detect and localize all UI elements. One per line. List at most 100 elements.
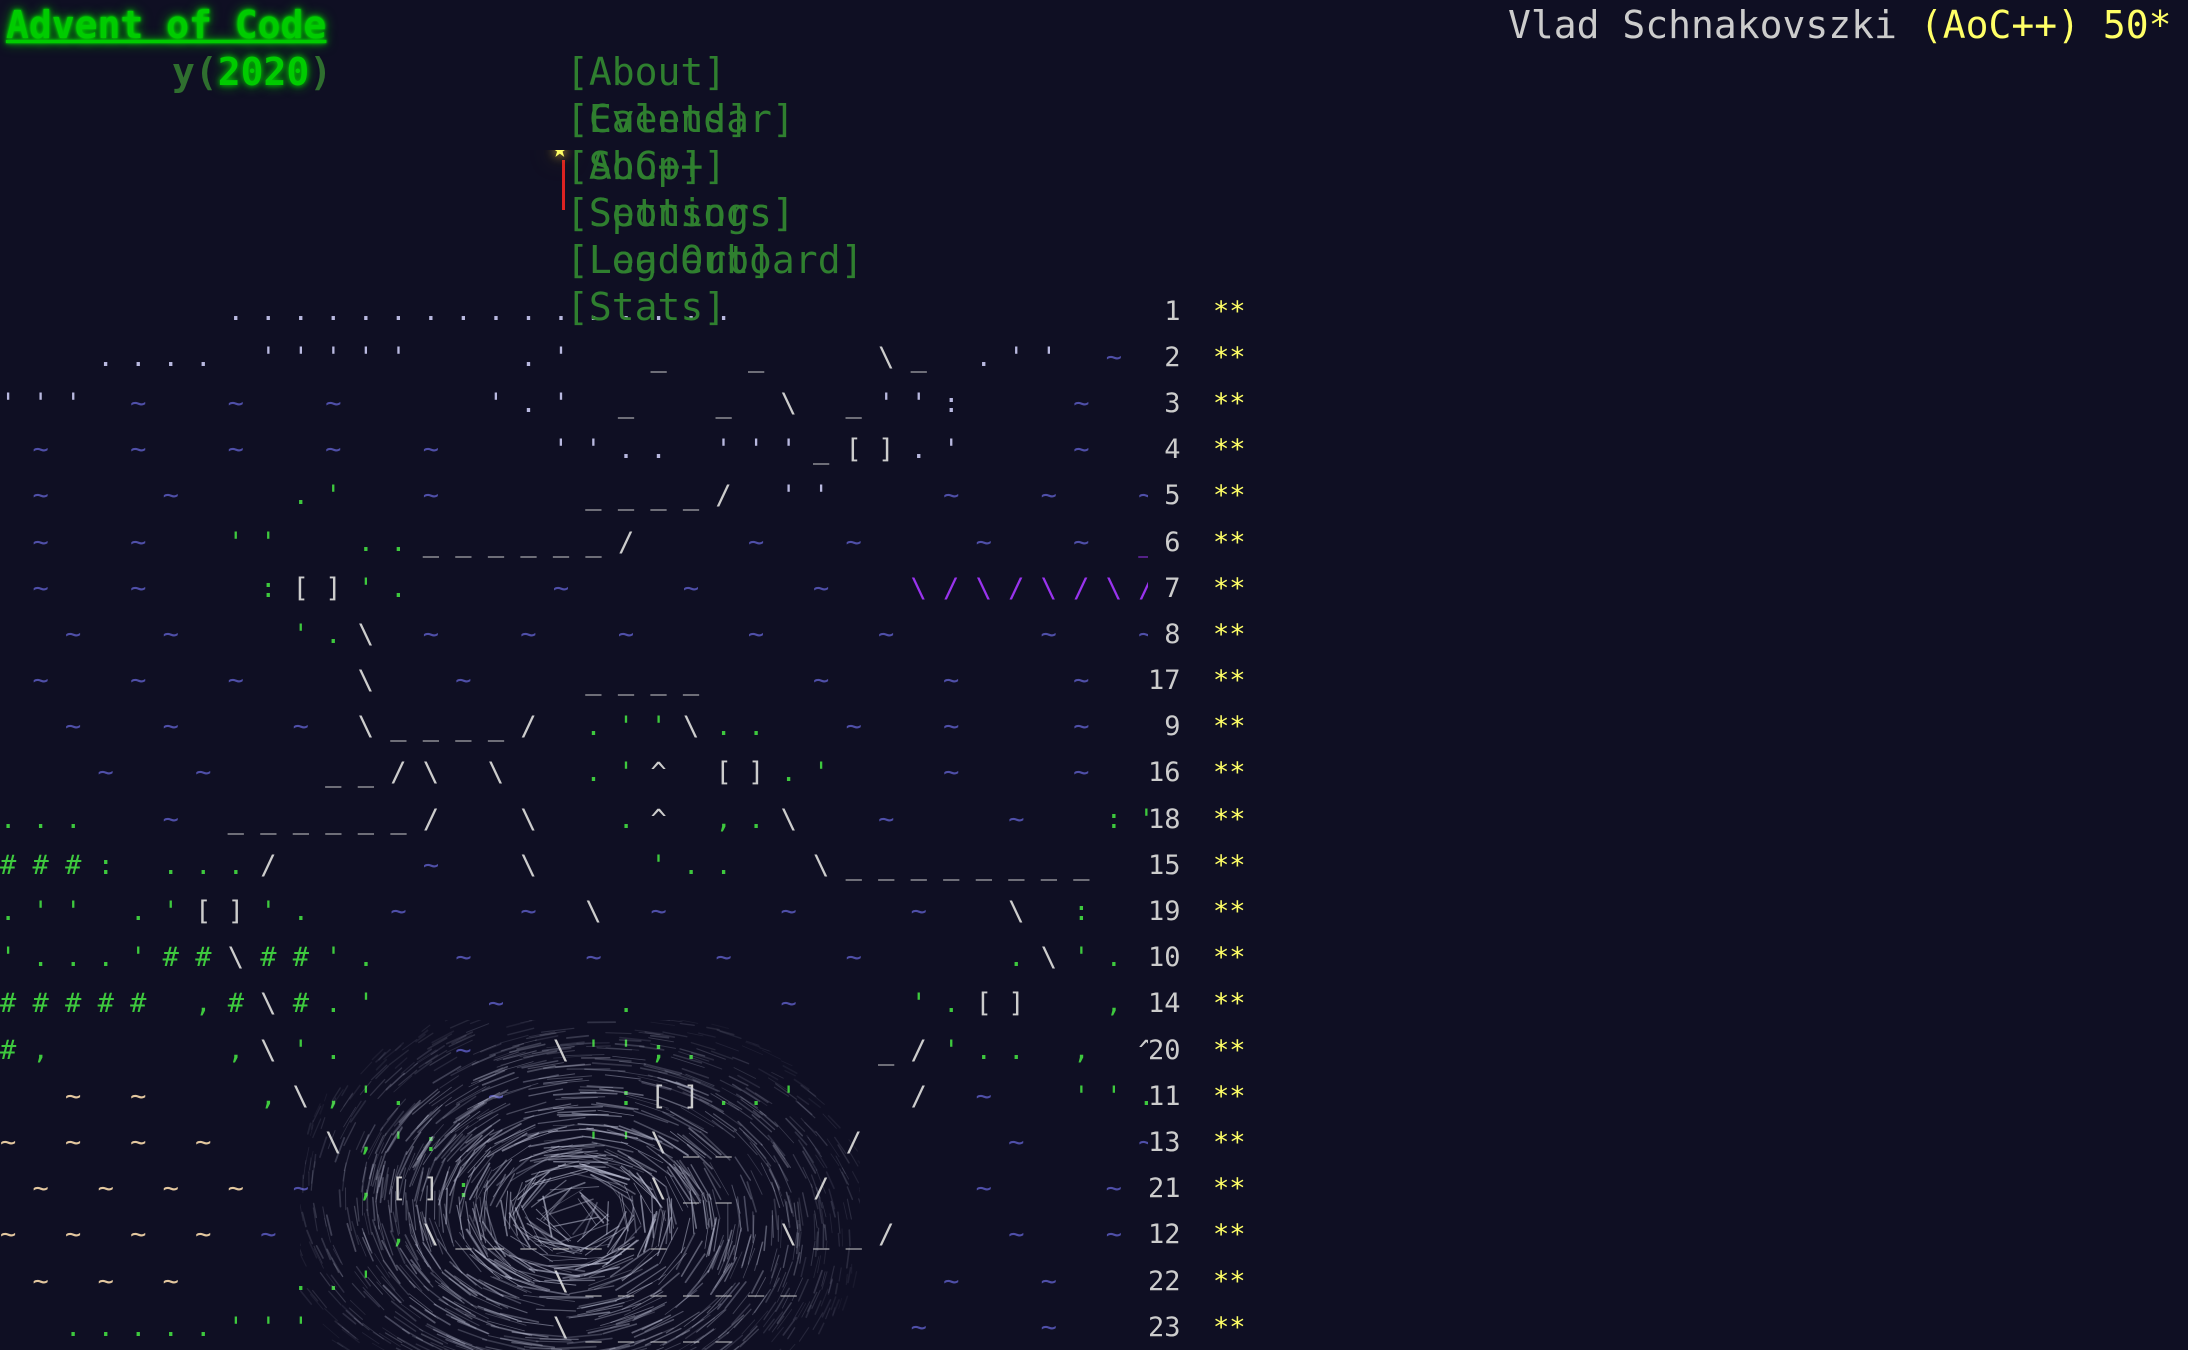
calendar-day-23[interactable]: 23 ** <box>1148 1312 1246 1343</box>
user-name: Vlad Schnakovszki <box>1508 3 1897 47</box>
calendar-row: . . . . . ' ' ' \ _ _ _ _ _ ~ ~23 ** <box>0 1305 2188 1350</box>
day-stars-icon: ** <box>1181 342 1246 373</box>
calendar-art-segment: ~ ~ , \ , ' . ~ : [ ] . . ' / ~ ' ' . . … <box>0 1074 1148 1120</box>
calendar-container: ★ . . . . . . . . . . . . . . . . 1 ** .… <box>0 150 2188 1350</box>
calendar-art-segment: . . . ~ _ _ _ _ _ _ / \ . ^ , . \ ~ ~ : … <box>0 797 1148 843</box>
calendar-day-3[interactable]: 3 ** <box>1148 388 1246 419</box>
calendar-art-segment: ~ ~ ~ ~ \ , ' : ' ' \ _ _ / ~ ~ <box>0 1120 1148 1166</box>
calendar-day-4[interactable]: 4 ** <box>1148 434 1246 465</box>
calendar-day-20[interactable]: 20 ** <box>1148 1035 1246 1066</box>
day-stars-icon: ** <box>1181 988 1246 1019</box>
calendar-row: ~ ~ ~ ~ ~ ' ' . . ' ' ' _ [ ] . ' ~ ~ ~ … <box>0 427 2188 473</box>
calendar-row: # # # # # , # \ # . ' ~ . ~ ' . [ ] , ^1… <box>0 981 2188 1027</box>
day-number: 12 <box>1148 1212 1181 1258</box>
calendar-day-14[interactable]: 14 ** <box>1148 988 1246 1019</box>
day-stars-icon: ** <box>1181 1266 1246 1297</box>
calendar-day-8[interactable]: 8 ** <box>1148 619 1246 650</box>
calendar-day-6[interactable]: 6 ** <box>1148 527 1246 558</box>
calendar-art-segment: ' . . . ' # # \ # # ' . ~ ~ ~ ~ . \ ' . … <box>0 935 1148 981</box>
day-stars-icon: ** <box>1181 434 1246 465</box>
calendar-art-segment: # , , \ ' . ~ \ ' ' ; . _ / ' . . , ^ <box>0 1028 1148 1074</box>
day-stars-icon: ** <box>1181 573 1246 604</box>
year-paren-open: y( <box>172 50 218 94</box>
day-number: 4 <box>1148 427 1181 473</box>
nav-leaderboard[interactable]: [Leaderboard] <box>566 238 863 282</box>
calendar-art-segment: ~ ~ ' ' . . _ _ _ _ _ _ / ~ ~ ~ ~ _ ~ _ … <box>0 520 1148 566</box>
calendar-day-11[interactable]: 11 ** <box>1148 1081 1246 1112</box>
day-number: 15 <box>1148 843 1181 889</box>
year-value: 2020 <box>218 50 310 94</box>
calendar-row: ~ ~ ~ \ ~ _ _ _ _ ~ ~ ~ ~ ~ 17 ** <box>0 658 2188 704</box>
calendar-day-12[interactable]: 12 ** <box>1148 1219 1246 1250</box>
calendar-day-22[interactable]: 22 ** <box>1148 1266 1246 1297</box>
calendar-art-segment: . ' ' . ' [ ] ' . ~ ~ \ ~ ~ ~ \ : , ^ <box>0 889 1148 935</box>
day-number: 22 <box>1148 1259 1181 1305</box>
nav-stats[interactable]: [Stats] <box>566 285 726 329</box>
calendar-row: . . . . ' ' ' ' ' . ' _ _ \ _ . ' ' ~ ~ … <box>0 335 2188 381</box>
calendar-row: ~ ~ . ' ~ _ _ _ _ / ' ' ~ ~ ~ ~ ~5 ** <box>0 473 2188 519</box>
day-stars-icon: ** <box>1181 757 1246 788</box>
calendar-art-segment: ~ ~ _ _ / \ \ . ' ^ [ ] . ' ~ ~ . . ' ' <box>0 750 1148 796</box>
calendar-row: ~ ~ ' . \ ~ ~ ~ ~ ~ ~ ~ ~ ~8 ** <box>0 612 2188 658</box>
day-stars-icon: ** <box>1181 1173 1246 1204</box>
day-number: 16 <box>1148 750 1181 796</box>
calendar-art-segment: ' ' ' ~ ~ ~ ' . ' _ _ \ _ ' ' : ~ ~ ~ ~ … <box>0 381 1148 427</box>
year-paren-close: ) <box>309 50 332 94</box>
calendar-day-19[interactable]: 19 ** <box>1148 896 1246 927</box>
calendar-day-21[interactable]: 21 ** <box>1148 1173 1246 1204</box>
user-star-count: 50 <box>2103 3 2149 47</box>
nav-aocpp[interactable]: [AoC++] <box>566 144 726 188</box>
day-number: 11 <box>1148 1074 1181 1120</box>
calendar-day-13[interactable]: 13 ** <box>1148 1127 1246 1158</box>
day-stars-icon: ** <box>1181 711 1246 742</box>
day-number: 19 <box>1148 889 1181 935</box>
calendar-day-2[interactable]: 2 ** <box>1148 342 1246 373</box>
day-stars-icon: ** <box>1181 1312 1246 1343</box>
nav-sponsors[interactable]: [Sponsors] <box>566 191 795 235</box>
day-stars-icon: ** <box>1181 296 1246 327</box>
calendar-day-1[interactable]: 1 ** <box>1148 296 1246 327</box>
calendar-row: ~ ~ : [ ] ' . ~ ~ ~ \ / \ / \ / \ / ~7 *… <box>0 566 2188 612</box>
day-stars-icon: ** <box>1181 942 1246 973</box>
calendar-row: . . . . . . . . . . . . . . . . 1 ** <box>0 289 2188 335</box>
calendar-day-17[interactable]: 17 ** <box>1148 665 1246 696</box>
page-root: Advent of Code [About] [Events] [Shop] [… <box>0 0 2188 1350</box>
user-info: Vlad Schnakovszki (AoC++) 50* <box>1508 2 2172 49</box>
day-number: 23 <box>1148 1305 1181 1350</box>
calendar-day-15[interactable]: 15 ** <box>1148 850 1246 881</box>
site-logo[interactable]: Advent of Code <box>6 2 326 49</box>
day-number: 3 <box>1148 381 1181 427</box>
day-number: 20 <box>1148 1028 1181 1074</box>
header-row-primary: Advent of Code [About] [Events] [Shop] [… <box>0 2 2188 49</box>
sub-navigation: [Calendar] [AoC++] [Sponsors] [Leaderboa… <box>383 49 888 378</box>
calendar-day-7[interactable]: 7 ** <box>1148 573 1246 604</box>
nav-calendar[interactable]: [Calendar] <box>566 97 795 141</box>
header-row-secondary: y(2020) [Calendar] [AoC++] [Sponsors] [L… <box>0 49 2188 96</box>
day-number: 5 <box>1148 473 1181 519</box>
calendar-day-9[interactable]: 9 ** <box>1148 711 1246 742</box>
star-icon: * <box>2149 3 2172 47</box>
site-header: Advent of Code [About] [Events] [Shop] [… <box>0 0 2188 104</box>
calendar-day-16[interactable]: 16 ** <box>1148 757 1246 788</box>
day-number: 9 <box>1148 704 1181 750</box>
calendar-art-segment: # # # : . . . / ~ \ ' . . \ _ _ _ _ _ _ … <box>0 843 1148 889</box>
calendar-art-segment: ~ ~ ~ ~ ~ , \ _ _ _ _ _ _ _ \ _ _ / ~ ~ … <box>0 1212 1148 1258</box>
day-stars-icon: ** <box>1181 1035 1246 1066</box>
calendar-row: ~ ~ ' ' . . _ _ _ _ _ _ / ~ ~ ~ ~ _ ~ _ … <box>0 520 2188 566</box>
day-stars-icon: ** <box>1181 527 1246 558</box>
calendar-row: . ' ' . ' [ ] ' . ~ ~ \ ~ ~ ~ \ : , ^19 … <box>0 889 2188 935</box>
calendar-row: ~ ~ ~ ~ ~ , \ _ _ _ _ _ _ _ \ _ _ / ~ ~ … <box>0 1212 2188 1258</box>
calendar-art-segment: ~ ~ ~ ~ ~ ' ' . . ' ' ' _ [ ] . ' ~ ~ ~ … <box>0 427 1148 473</box>
calendar-day-5[interactable]: 5 ** <box>1148 480 1246 511</box>
user-membership-badge[interactable]: (AoC++) <box>1920 3 2080 47</box>
calendar-art-segment: ~ ~ : [ ] ' . ~ ~ ~ \ / \ / \ / \ / ~ <box>0 566 1148 612</box>
calendar-row: # # # : . . . / ~ \ ' . . \ _ _ _ _ _ _ … <box>0 843 2188 889</box>
day-stars-icon: ** <box>1181 1219 1246 1250</box>
calendar-row: ~ ~ ~ . . ' \ _ _ _ _ _ _ _ ~ ~ ~ 22 ** <box>0 1259 2188 1305</box>
calendar-day-10[interactable]: 10 ** <box>1148 942 1246 973</box>
day-number: 2 <box>1148 335 1181 381</box>
day-stars-icon: ** <box>1181 896 1246 927</box>
calendar-day-18[interactable]: 18 ** <box>1148 804 1246 835</box>
day-number: 1 <box>1148 289 1181 335</box>
calendar-row: . . . ~ _ _ _ _ _ _ / \ . ^ , . \ ~ ~ : … <box>0 797 2188 843</box>
